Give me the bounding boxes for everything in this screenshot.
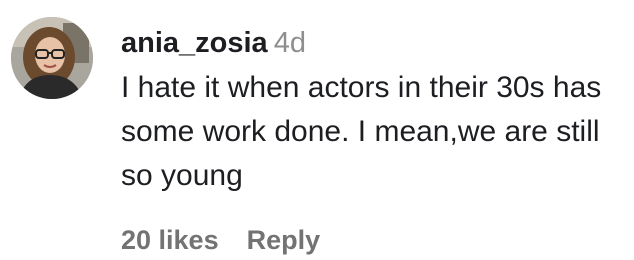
avatar[interactable] [11,17,93,99]
comment-body: ania_zosia 4d I hate it when actors in th… [121,24,621,198]
timestamp[interactable]: 4d [274,27,306,59]
likes-count[interactable]: 20 likes [121,225,219,255]
reply-button[interactable]: Reply [247,225,321,255]
user-avatar-photo-icon [11,17,93,99]
username[interactable]: ania_zosia [121,27,268,59]
comment-item: ania_zosia 4d I hate it when actors in th… [0,0,634,260]
comment-actions: 20 likes Reply [121,222,320,258]
comment-header: ania_zosia 4d [121,24,621,62]
comment-text: I hate it when actors in their 30s has s… [121,71,602,192]
